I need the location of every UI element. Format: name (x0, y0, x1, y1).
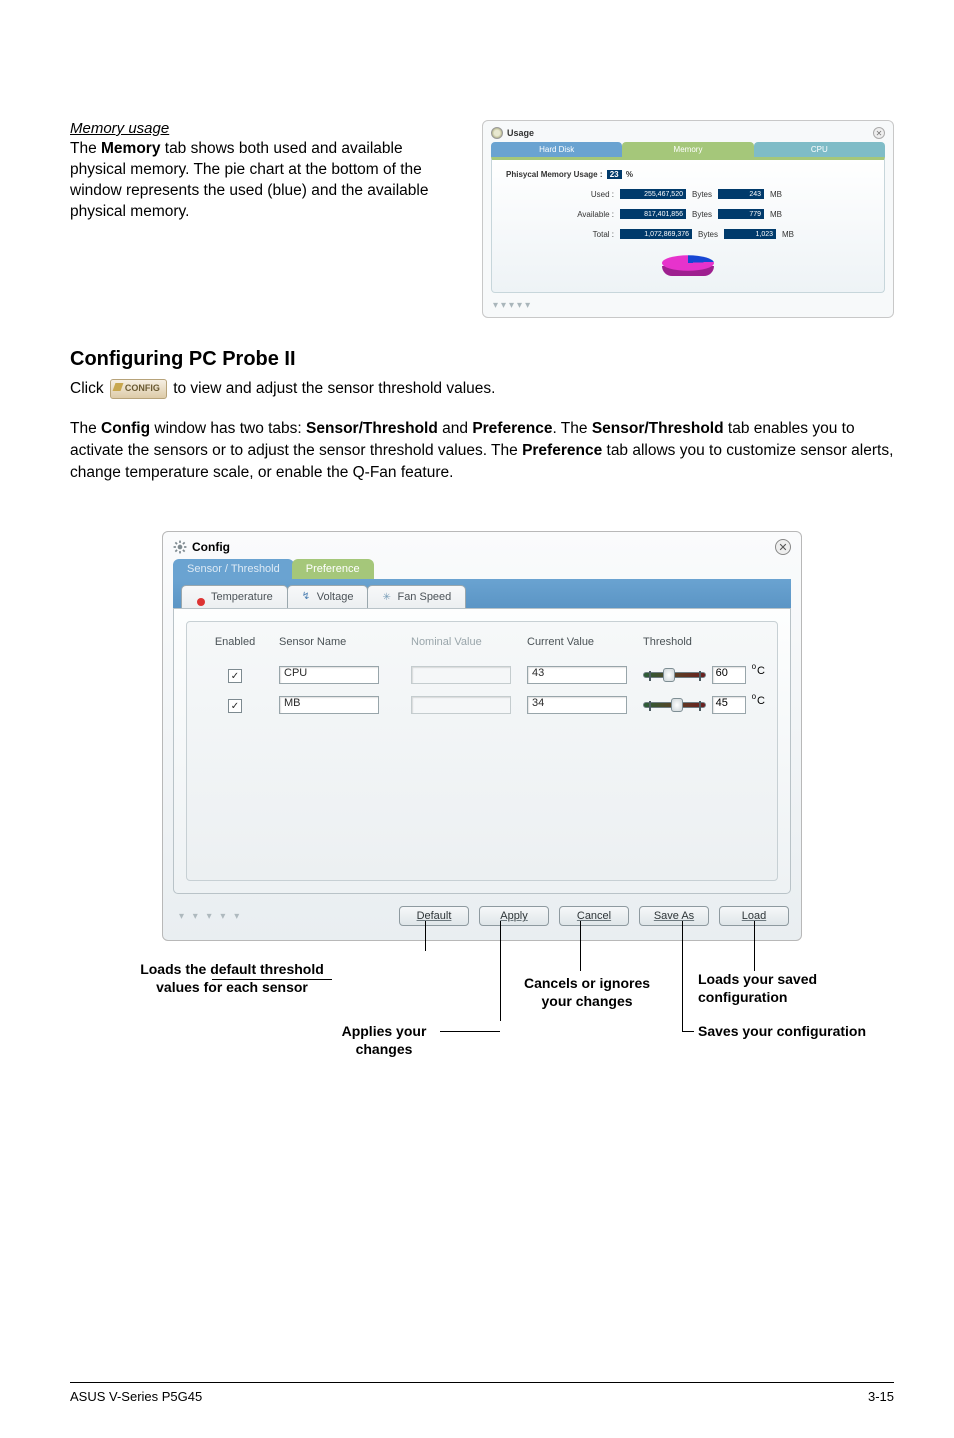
usage-title: Usage (507, 128, 534, 138)
threshold-value-cpu[interactable]: 60 (712, 666, 746, 684)
nominal-cpu (411, 666, 511, 684)
cancel-button[interactable]: Cancel (559, 906, 629, 926)
fan-icon: ✳ (382, 592, 392, 602)
apply-button[interactable]: Apply (479, 906, 549, 926)
tab-temperature[interactable]: Temperature (181, 585, 288, 608)
usage-icon (491, 127, 503, 139)
page-footer: ASUS V-Series P5G45 3-15 (70, 1382, 894, 1404)
tab-cpu[interactable]: CPU (754, 142, 885, 157)
callout-cancel: Cancels or ignores your changes (522, 975, 652, 1010)
sensor-name-mb[interactable]: MB (279, 696, 379, 714)
threshold-value-mb[interactable]: 45 (712, 696, 746, 714)
footer-right: 3-15 (868, 1389, 894, 1404)
close-icon[interactable]: ✕ (873, 127, 885, 139)
config-title: Config (192, 540, 230, 554)
tab-voltage[interactable]: ↯ Voltage (287, 585, 369, 608)
thermometer-icon (196, 592, 206, 602)
unit-c: C (752, 695, 765, 707)
callout-saveas: Saves your configuration (698, 1023, 878, 1041)
memory-body: The Memory tab shows both used and avail… (70, 139, 440, 223)
tab-preference[interactable]: Preference (292, 559, 374, 579)
memory-heading: Memory usage (70, 120, 440, 137)
table-row: ✓ CPU 43 60 C (197, 660, 767, 690)
callout-default: Loads the default threshold values for e… (132, 961, 332, 996)
threshold-slider-cpu[interactable] (643, 672, 706, 678)
enable-checkbox-mb[interactable]: ✓ (228, 699, 242, 713)
resize-grip[interactable]: ▾ ▾ ▾ ▾ ▾ (175, 911, 242, 922)
unit-c: C (752, 665, 765, 677)
saveas-button[interactable]: Save As (639, 906, 709, 926)
default-button[interactable]: Default (399, 906, 469, 926)
row-used: Used : 255,467,520 Bytes 243 MB (506, 189, 870, 199)
tab-sensor-threshold[interactable]: Sensor / Threshold (173, 559, 294, 579)
tab-hard-disk[interactable]: Hard Disk (491, 142, 622, 157)
current-cpu: 43 (527, 666, 627, 684)
config-paragraph: The Config window has two tabs: Sensor/T… (70, 418, 894, 483)
footer-left: ASUS V-Series P5G45 (70, 1389, 202, 1404)
tab-fan-speed[interactable]: ✳ Fan Speed (367, 585, 466, 608)
row-total: Total : 1,072,869,376 Bytes 1,023 MB (506, 229, 870, 239)
table-row: ✓ MB 34 45 C (197, 690, 767, 720)
callout-apply: Applies your changes (329, 1023, 439, 1058)
threshold-slider-mb[interactable] (643, 702, 706, 708)
enable-checkbox-cpu[interactable]: ✓ (228, 669, 242, 683)
sensor-name-cpu[interactable]: CPU (279, 666, 379, 684)
memory-pie-chart (662, 249, 714, 283)
config-window: Config ✕ Sensor / Threshold Preference T… (162, 531, 802, 941)
pmu-label: Phisycal Memory Usage : 23 % (506, 170, 870, 179)
resize-grip[interactable]: ▾▾▾▾▾ (483, 297, 893, 317)
configuring-heading: Configuring PC Probe II (70, 348, 894, 371)
usage-window: Usage ✕ Hard Disk Memory CPU Phisycal Me… (482, 120, 894, 318)
current-mb: 34 (527, 696, 627, 714)
tab-memory[interactable]: Memory (622, 142, 753, 157)
gear-icon (173, 540, 187, 554)
click-line: Click CONFIG to view and adjust the sens… (70, 377, 894, 400)
bolt-icon: ↯ (302, 592, 312, 602)
callout-load: Loads your saved configuration (698, 971, 898, 1006)
row-available: Available : 817,401,856 Bytes 779 MB (506, 209, 870, 219)
config-button-chip: CONFIG (110, 379, 167, 399)
table-header: Enabled Sensor Name Nominal Value Curren… (197, 632, 767, 660)
close-icon[interactable]: ✕ (775, 539, 791, 555)
nominal-mb (411, 696, 511, 714)
